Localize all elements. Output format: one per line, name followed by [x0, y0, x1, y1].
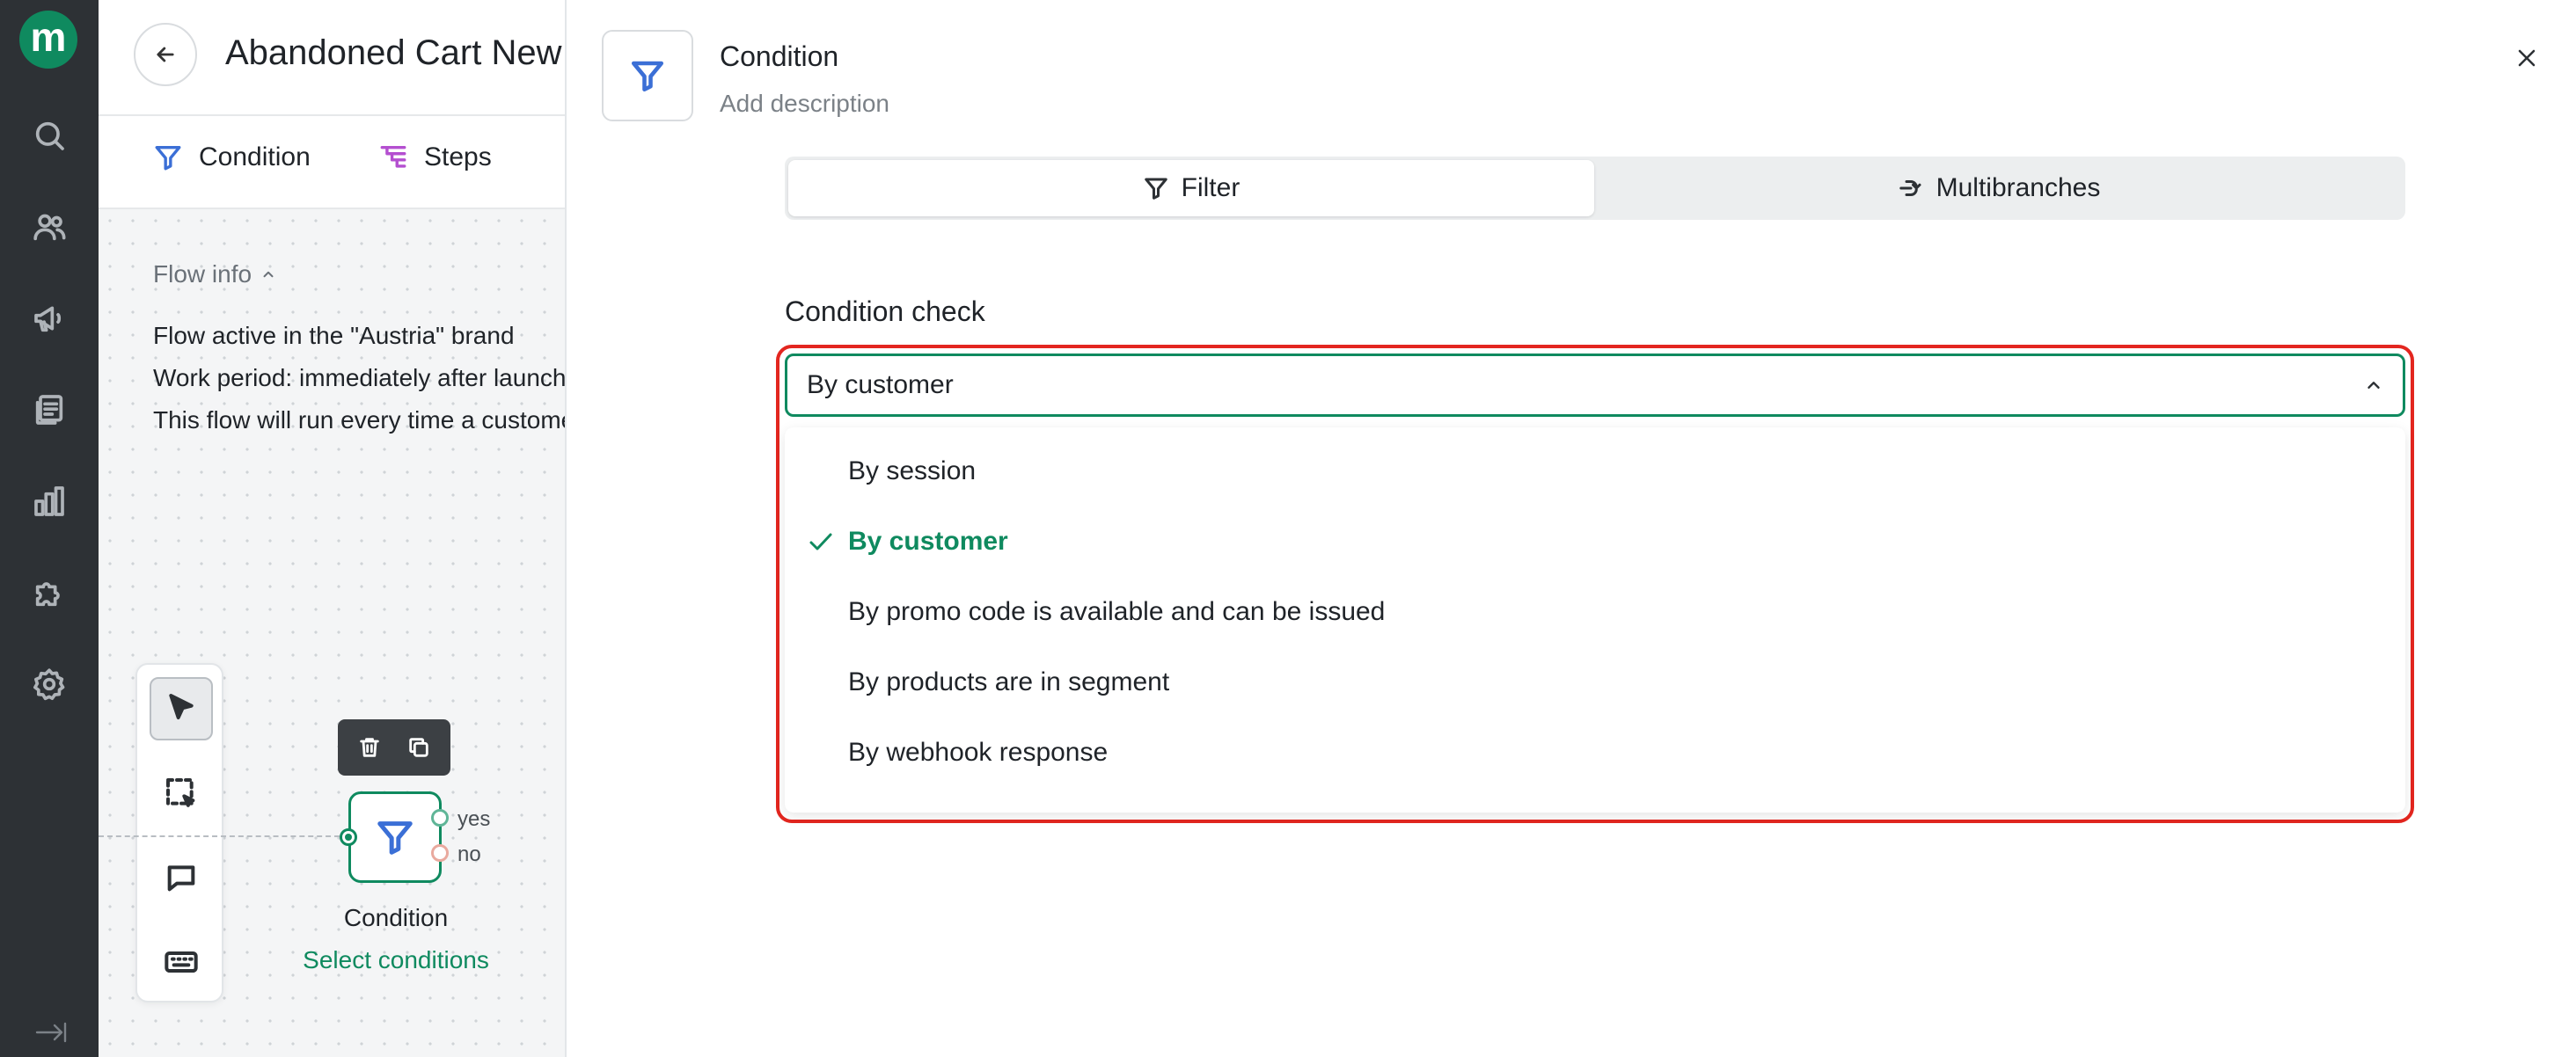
documents-icon[interactable]: [30, 390, 69, 429]
keyboard-icon: [165, 951, 198, 973]
flow-info-line: Flow active in the "Austria" brand: [153, 322, 515, 349]
tab-multibranches-label: Multibranches: [1936, 173, 2101, 202]
cursor-icon: [169, 694, 194, 719]
option-label: By customer: [848, 527, 1008, 556]
brand-logo[interactable]: m: [19, 11, 77, 69]
toolbar-condition-label: Condition: [199, 142, 311, 171]
condition-check-label: Condition check: [785, 295, 985, 327]
select-value: By customer: [807, 370, 954, 399]
arrow-left-icon: [157, 47, 174, 62]
select-conditions-link[interactable]: Select conditions: [292, 946, 500, 974]
filter-icon: [377, 821, 413, 855]
option-by-products-in-segment[interactable]: By products are in segment: [785, 647, 2405, 718]
flow-info-line: This flow will run every time a customer: [153, 406, 565, 434]
megaphone-icon[interactable]: [30, 299, 69, 338]
filter-icon: [1144, 178, 1167, 200]
option-label: By products are in segment: [848, 667, 1170, 696]
flow-info-line: Work period: immediately after launch: [153, 364, 565, 391]
option-by-promo-code[interactable]: By promo code is available and can be is…: [785, 577, 2405, 647]
chevron-up-icon: [263, 271, 274, 278]
close-button[interactable]: [2507, 39, 2546, 77]
no-port-label: no: [457, 842, 481, 866]
trash-icon[interactable]: [357, 735, 382, 760]
node-no-port[interactable]: [431, 844, 449, 862]
condition-node[interactable]: [348, 791, 442, 883]
description-input[interactable]: Add description: [720, 90, 889, 118]
analytics-icon[interactable]: [30, 482, 69, 521]
filter-icon: [155, 145, 181, 171]
condition-panel: Condition Add description Filter Multibr…: [565, 0, 2576, 1057]
tool-palette: [135, 663, 223, 1002]
select-area-tool[interactable]: [150, 762, 213, 825]
node-title: Condition: [343, 904, 449, 931]
check-icon: [808, 529, 834, 554]
option-by-session[interactable]: By session: [785, 436, 2405, 507]
node-yes-port[interactable]: [431, 809, 449, 827]
node-input-port[interactable]: [340, 828, 357, 846]
flow-info-toggle[interactable]: Flow info: [153, 260, 276, 288]
comment-icon: [167, 865, 195, 892]
incoming-edge: [99, 835, 340, 837]
chevron-up-icon: [2367, 382, 2380, 389]
panel-title[interactable]: Condition: [720, 40, 838, 73]
option-label: By session: [848, 456, 977, 485]
flow-canvas[interactable]: Flow info Flow active in the "Austria" b…: [99, 209, 565, 1057]
flow-editor: Abandoned Cart New Condition Steps Flow …: [99, 0, 565, 1057]
branch-icon: [1899, 180, 1921, 196]
collapse-sidebar-icon[interactable]: [33, 1020, 69, 1045]
users-icon[interactable]: [30, 208, 69, 246]
keyboard-shortcuts-tool[interactable]: [150, 930, 213, 994]
filter-icon: [631, 61, 664, 92]
toolbar-steps-label: Steps: [424, 142, 492, 171]
search-icon[interactable]: [30, 116, 69, 155]
flow-info-label: Flow info: [153, 260, 252, 288]
editor-header: Abandoned Cart New: [99, 0, 565, 116]
steps-icon: [380, 145, 406, 168]
copy-icon[interactable]: [406, 735, 431, 760]
tab-filter[interactable]: Filter: [788, 160, 1594, 216]
settings-icon[interactable]: [30, 665, 69, 703]
toolbar-steps-button[interactable]: Steps: [378, 142, 492, 172]
node-actions-toolbar: [338, 719, 450, 776]
panel-node-icon: [602, 30, 693, 121]
toolbar-condition-button[interactable]: Condition: [153, 142, 311, 172]
option-by-customer[interactable]: By customer: [785, 507, 2405, 577]
editor-toolbar: Condition Steps: [99, 116, 565, 209]
condition-check-dropdown: By session By customer By promo code is …: [785, 427, 2405, 813]
yes-port-label: yes: [457, 807, 491, 831]
option-label: By promo code is available and can be is…: [848, 597, 1386, 626]
tab-filter-label: Filter: [1181, 173, 1240, 202]
flow-title: Abandoned Cart New: [225, 33, 562, 72]
pointer-tool[interactable]: [150, 677, 213, 740]
option-label: By webhook response: [848, 738, 1109, 767]
condition-check-select[interactable]: By customer: [785, 354, 2405, 417]
integrations-icon[interactable]: [30, 573, 69, 612]
tab-multibranches[interactable]: Multibranches: [1596, 160, 2402, 216]
mode-tabs: Filter Multibranches: [785, 157, 2405, 220]
option-by-webhook-response[interactable]: By webhook response: [785, 718, 2405, 788]
selection-icon: [166, 778, 195, 807]
comment-tool[interactable]: [150, 846, 213, 909]
back-button[interactable]: [134, 23, 197, 86]
nav-rail: m: [0, 0, 99, 1057]
close-icon: [2518, 49, 2536, 67]
